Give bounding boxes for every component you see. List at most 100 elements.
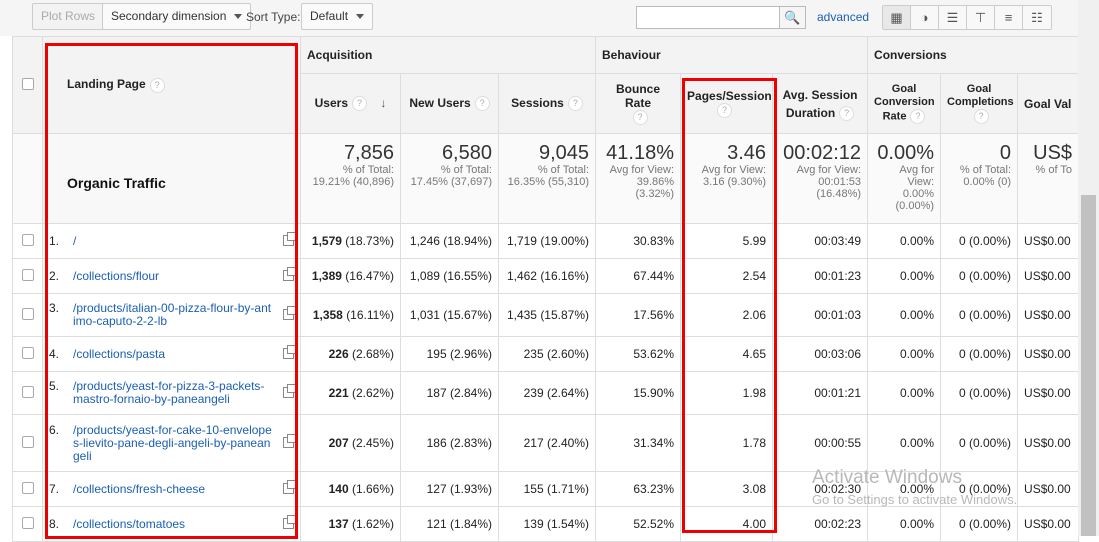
bounce-rate-cell: 30.83% [595, 223, 682, 259]
goal-conversion-rate-cell: 0.00% [867, 414, 942, 472]
row-checkbox[interactable] [21, 481, 34, 494]
new-users-percent: (2.96%) [449, 347, 492, 361]
conversions-group: Conversions [867, 36, 1080, 74]
open-external-icon[interactable] [283, 515, 296, 529]
help-icon[interactable]: ? [717, 103, 733, 119]
sessions-value: 1,719 [506, 234, 537, 248]
goal-conversion-rate-cell: 0.00% [867, 258, 942, 294]
bounce-rate-label: Bounce Rate [616, 81, 661, 110]
users-percent: (16.11%) [346, 308, 394, 322]
sessions-cell: 217 (2.40%) [497, 414, 597, 472]
sessions-percent: (2.40%) [546, 436, 590, 450]
activate-windows-watermark: Activate Windows [812, 467, 962, 488]
duration-value: 00:01:21 [814, 386, 862, 400]
goal-conversion-rate-cell: 0.00% [867, 293, 942, 337]
sessions-label: Sessions [511, 95, 564, 110]
totals-spacer [12, 133, 43, 224]
row-checkbox[interactable] [21, 268, 34, 281]
goal-conversion-rate-header[interactable]: Goal Conversion Rate? [867, 73, 942, 134]
total-note: % of To [1035, 164, 1073, 176]
landing-page-link[interactable]: /products/yeast-for-cake-10-envelopes-li… [73, 423, 273, 463]
landing-page-link[interactable]: /collections/tomatoes [73, 517, 273, 531]
grid-view-icon[interactable]: ▦ [883, 6, 911, 29]
secondary-dimension-dropdown[interactable]: Secondary dimension [102, 3, 252, 30]
vertical-scrollbar[interactable] [1078, 0, 1099, 536]
avg-session-duration-cell: 00:01:23 [772, 258, 869, 294]
open-external-icon[interactable] [283, 345, 296, 359]
sort-type-dropdown[interactable]: Default [301, 3, 374, 30]
landing-page-link[interactable]: /collections/fresh-cheese [73, 482, 273, 496]
help-icon[interactable]: ? [632, 110, 648, 126]
goal-conversion-rate-value: 0.00% [900, 436, 935, 450]
help-icon[interactable]: ? [474, 96, 490, 112]
row-checkbox[interactable] [21, 346, 34, 359]
row-checkbox[interactable] [21, 233, 34, 246]
new-users-header[interactable]: New Users? [400, 73, 499, 134]
term-cloud-icon[interactable]: ≡ [995, 6, 1023, 29]
goal-completions-cell: 0 (0.00%) [940, 258, 1019, 294]
goal-completions-header[interactable]: Goal Completions? [940, 73, 1019, 134]
total-note: Avg for [899, 164, 935, 176]
advanced-link[interactable]: advanced [817, 10, 869, 24]
sessions-header[interactable]: Sessions? [497, 73, 597, 134]
landing-page-cell: 3. /products/italian-00-pizza-flour-by-an… [42, 293, 301, 337]
pages-session-value: 2.06 [742, 308, 767, 322]
row-checkbox[interactable] [21, 435, 34, 448]
goal-completions-value: 0 [958, 269, 966, 283]
open-external-icon[interactable] [283, 480, 296, 494]
open-external-icon[interactable] [283, 232, 296, 246]
landing-page-link[interactable]: / [73, 234, 273, 248]
bar-view-icon[interactable]: ☰ [939, 6, 967, 29]
pie-view-icon[interactable]: ◑ [911, 6, 939, 29]
landing-page-cell: 4. /collections/pasta [42, 336, 301, 372]
pages-session-cell: 1.98 [680, 371, 774, 415]
landing-page-cell: 2. /collections/flour [42, 258, 301, 294]
sessions-percent: (1.71%) [546, 482, 590, 496]
search-icon[interactable]: 🔍 [779, 7, 805, 28]
landing-page-header[interactable]: Landing Page? [42, 36, 301, 134]
pivot-view-icon[interactable]: ☷ [1023, 6, 1051, 29]
row-checkbox[interactable] [21, 385, 34, 398]
row-checkbox[interactable] [21, 307, 34, 320]
sort-desc-icon[interactable]: ↓ [380, 96, 386, 110]
open-external-icon[interactable] [283, 384, 296, 398]
help-icon[interactable]: ? [973, 109, 989, 124]
scrollbar-thumb[interactable] [1081, 195, 1096, 536]
avg-session-duration-cell: 00:03:49 [772, 223, 869, 259]
pages-session-header[interactable]: Pages/Session? [680, 73, 774, 134]
goal-value-cell: US$0.00 [1017, 471, 1080, 507]
open-external-icon[interactable] [283, 306, 296, 320]
pages-session-cell: 3.08 [680, 471, 774, 507]
plot-rows-button[interactable]: Plot Rows [32, 3, 105, 30]
new-users-value: 1,246 [409, 234, 440, 248]
avg-session-duration-header[interactable]: Avg. Session Duration? [772, 73, 869, 134]
bounce-rate-value: 30.83% [633, 234, 675, 248]
comparison-view-icon[interactable]: ⊤ [967, 6, 995, 29]
goal-value-header[interactable]: Goal Val [1017, 73, 1080, 134]
help-icon[interactable]: ? [567, 96, 583, 112]
landing-page-link[interactable]: /collections/pasta [73, 347, 273, 361]
bounce-rate-header[interactable]: Bounce Rate? [595, 73, 682, 134]
open-external-icon[interactable] [283, 267, 296, 281]
row-select-cell [12, 223, 43, 259]
help-icon[interactable]: ? [839, 105, 855, 121]
help-icon[interactable]: ? [352, 96, 367, 112]
landing-page-link[interactable]: /products/yeast-for-pizza-3-packets-mast… [73, 380, 273, 406]
users-header[interactable]: Users? ↓ [300, 73, 401, 134]
landing-page-link[interactable]: /collections/flour [73, 269, 273, 283]
goal-completions-value: 0 [958, 347, 966, 361]
help-icon[interactable]: ? [149, 77, 165, 93]
pages-session-value: 2.54 [742, 269, 767, 283]
landing-page-link[interactable]: /products/italian-00-pizza-flour-by-anti… [73, 302, 273, 328]
table-row: 2./collections/flour 1,389 (16.47%) 1,089 … [12, 258, 1080, 294]
goal-conversion-rate-cell: 0.00% [867, 506, 942, 542]
select-all-checkbox[interactable] [21, 77, 34, 90]
open-external-icon[interactable] [283, 434, 296, 448]
help-icon[interactable]: ? [910, 109, 926, 124]
bounce-rate-cell: 52.52% [595, 506, 682, 542]
total-bounce-rate: 41.18% Avg for View: 39.86% (3.32%) [595, 133, 682, 224]
avg-session-duration-cell: 00:02:23 [772, 506, 869, 542]
search-input[interactable]: 🔍 [636, 6, 806, 29]
users-cell: 1,358 (16.11%) [300, 293, 401, 337]
row-checkbox[interactable] [21, 516, 34, 529]
